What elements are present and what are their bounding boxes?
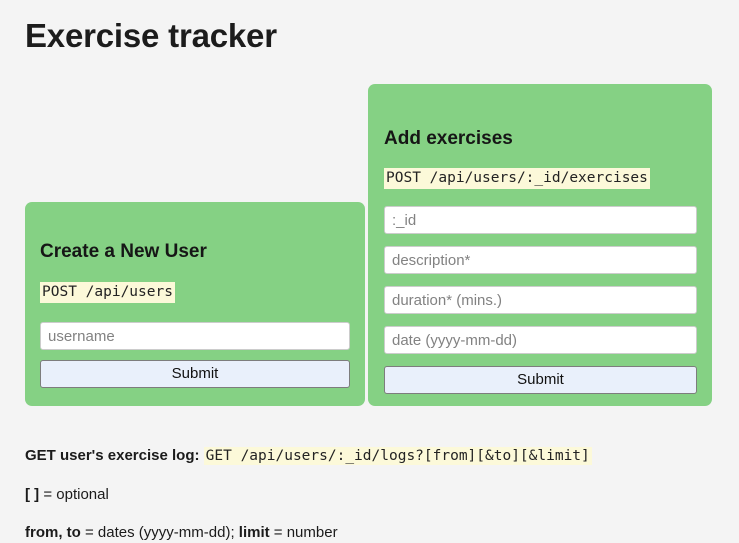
exercise-description-input[interactable]	[384, 246, 697, 275]
exercise-duration-input[interactable]	[384, 286, 697, 315]
exercise-id-input[interactable]	[384, 206, 697, 235]
add-exercise-submit-button[interactable]: Submit	[384, 366, 697, 395]
params-middle-text: = dates (yyyy-mm-dd);	[80, 523, 239, 541]
optional-symbol: [ ]	[25, 485, 40, 503]
create-user-heading: Create a New User	[40, 241, 207, 262]
create-user-submit-button[interactable]: Submit	[40, 360, 350, 389]
exercise-log-note: GET user's exercise log: GET /api/users/…	[25, 446, 725, 467]
params-from-to: from, to	[25, 523, 81, 541]
add-exercises-card: Add exercises POST /api/users/:_id/exerc…	[368, 84, 712, 406]
params-limit: limit	[238, 523, 270, 541]
optional-text: = optional	[39, 485, 109, 503]
api-notes: GET user's exercise log: GET /api/users/…	[25, 446, 725, 543]
exercise-date-input[interactable]	[384, 326, 697, 355]
exercise-log-label: GET user's exercise log:	[25, 447, 200, 464]
exercise-log-endpoint: GET /api/users/:_id/logs?[from][&to][&li…	[203, 447, 592, 465]
create-user-endpoint: POST /api/users	[40, 281, 175, 304]
username-input[interactable]	[40, 322, 350, 351]
add-exercises-heading: Add exercises	[384, 128, 513, 149]
create-user-card: Create a New User POST /api/users Submit	[25, 202, 365, 406]
params-end-text: = number	[269, 523, 338, 541]
add-exercises-endpoint: POST /api/users/:_id/exercises	[384, 167, 650, 190]
page-title: Exercise tracker	[25, 17, 277, 54]
optional-note: [ ] = optional	[25, 485, 725, 505]
